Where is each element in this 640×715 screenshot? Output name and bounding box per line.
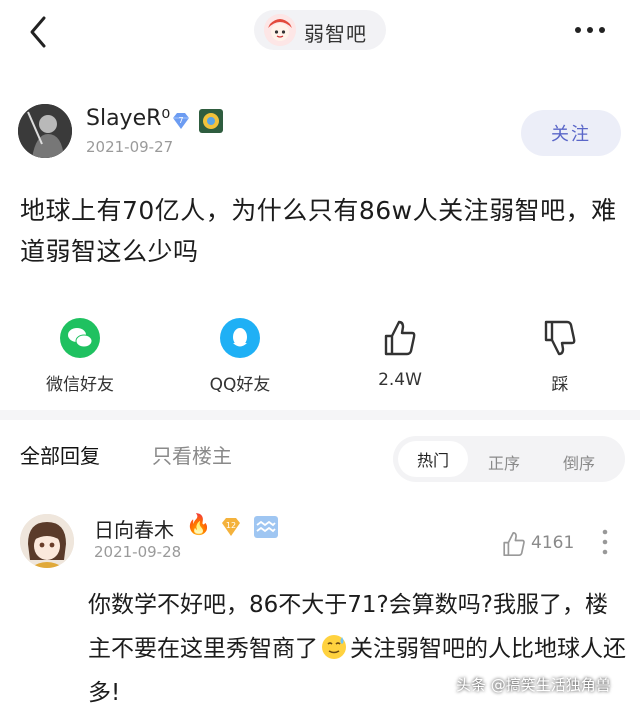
author-avatar[interactable] bbox=[18, 104, 72, 158]
thumbs-down-icon bbox=[544, 320, 576, 356]
share-qq-button[interactable]: QQ好友 bbox=[185, 318, 295, 395]
gear-badge-icon bbox=[199, 109, 223, 133]
level-badge-icon: 12 bbox=[222, 518, 240, 536]
like-count: 2.4W bbox=[378, 370, 422, 390]
reply-more-options-icon[interactable] bbox=[600, 528, 610, 556]
back-arrow-icon[interactable] bbox=[20, 12, 60, 52]
sort-ascending-button[interactable]: 正序 bbox=[488, 450, 520, 474]
share-wechat-button[interactable]: 微信好友 bbox=[25, 318, 135, 395]
like-button[interactable]: 2.4W bbox=[345, 318, 455, 390]
wechat-icon bbox=[60, 318, 100, 358]
tab-all-replies[interactable]: 全部回复 bbox=[20, 440, 100, 469]
dislike-label: 踩 bbox=[551, 375, 569, 395]
reply-like-count: 4161 bbox=[531, 533, 575, 553]
aquarius-zodiac-icon bbox=[254, 516, 278, 538]
sweat-smile-emoji-icon bbox=[322, 635, 346, 659]
thumbs-up-icon bbox=[384, 320, 416, 356]
post-date: 2021-09-27 bbox=[86, 138, 174, 156]
fire-icon: 🔥 bbox=[186, 512, 211, 536]
sort-hot-button[interactable]: 热门 bbox=[398, 441, 468, 477]
qq-icon bbox=[220, 318, 260, 358]
watermark-text: 头条 @搞笑生活独角兽 bbox=[456, 676, 611, 694]
tab-op-only[interactable]: 只看楼主 bbox=[152, 440, 232, 469]
svg-text:7: 7 bbox=[178, 116, 183, 125]
reply-body-text: 你数学不好吧，86不大于71?会算数吗?我服了，楼主不要在这里秀智商了 关注弱智… bbox=[88, 583, 628, 715]
diamond-level-badge-icon: 7 bbox=[173, 113, 189, 129]
share-wechat-label: 微信好友 bbox=[46, 375, 114, 395]
reply-date: 2021-09-28 bbox=[94, 543, 182, 561]
more-options-icon[interactable] bbox=[570, 20, 610, 40]
follow-button[interactable]: 关注 bbox=[521, 110, 621, 156]
reply-author-avatar[interactable] bbox=[20, 514, 74, 568]
section-divider bbox=[0, 410, 640, 420]
share-qq-label: QQ好友 bbox=[209, 375, 271, 395]
reply-author-name[interactable]: 日向春木 bbox=[94, 514, 174, 543]
sort-descending-button[interactable]: 倒序 bbox=[563, 450, 595, 474]
forum-avatar[interactable] bbox=[264, 14, 296, 46]
level-badge-text: 12 bbox=[226, 521, 236, 530]
author-name[interactable]: SlayeR⁰ bbox=[86, 106, 170, 131]
dislike-button[interactable]: 踩 bbox=[505, 318, 615, 395]
forum-name[interactable]: 弱智吧 bbox=[304, 18, 367, 47]
reply-thumbs-up-icon[interactable] bbox=[500, 530, 528, 558]
post-body-text: 地球上有70亿人，为什么只有86w人关注弱智吧，难道弱智这么少吗 bbox=[20, 196, 617, 266]
